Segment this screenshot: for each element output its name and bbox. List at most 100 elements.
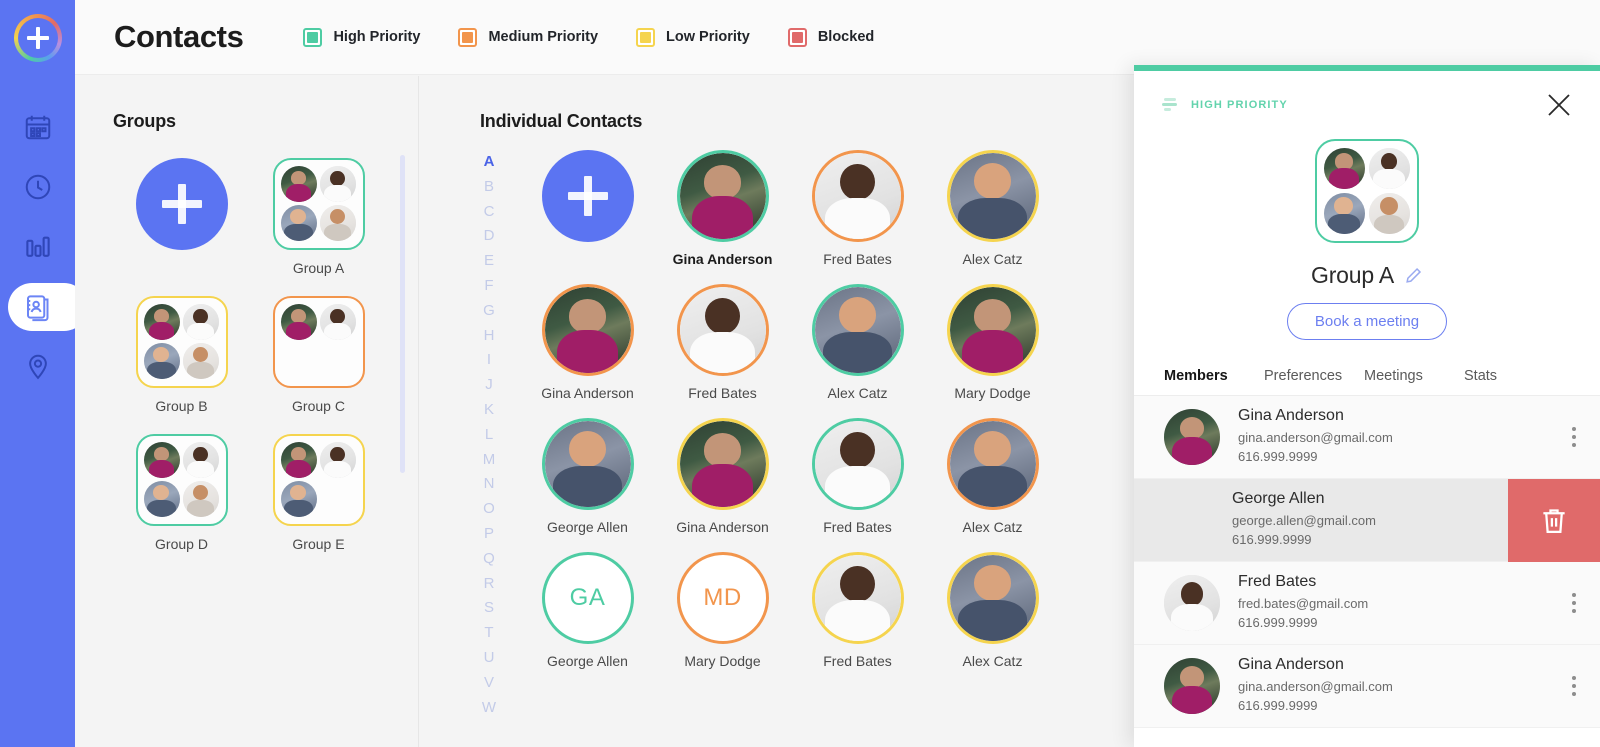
alpha-letter-H[interactable]: H	[484, 324, 495, 349]
contact-avatar-14[interactable]	[946, 552, 1039, 644]
sidebar-item-locations[interactable]	[0, 337, 75, 397]
contact-avatar-13[interactable]	[811, 552, 904, 644]
contact-avatar-10[interactable]	[946, 418, 1039, 510]
contact-cell: Gina Anderson	[655, 418, 790, 535]
contact-cell: MD Mary Dodge	[655, 552, 790, 669]
contact-avatar-0[interactable]	[676, 150, 769, 242]
sidebar-item-reports[interactable]	[0, 217, 75, 277]
add-group-button[interactable]	[135, 158, 228, 250]
contact-avatar-3[interactable]	[541, 284, 634, 376]
sidebar-item-calendar[interactable]	[0, 97, 75, 157]
tab-stats[interactable]: Stats	[1464, 368, 1564, 384]
member-name: George Allen	[1232, 490, 1325, 508]
group-card-1[interactable]	[135, 296, 228, 388]
alpha-letter-J[interactable]: J	[485, 373, 493, 398]
group-card-3[interactable]	[135, 434, 228, 526]
member-menu-icon[interactable]	[1572, 676, 1576, 696]
tab-members[interactable]: Members	[1164, 368, 1264, 384]
alpha-letter-V[interactable]: V	[484, 671, 494, 696]
alpha-letter-R[interactable]: R	[484, 572, 495, 597]
avatar	[182, 343, 219, 379]
member-row[interactable]: George Allen george.allen@gmail.com 616.99…	[1134, 479, 1600, 562]
alpha-letter-N[interactable]: N	[484, 472, 495, 497]
contact-avatar-8[interactable]	[676, 418, 769, 510]
close-icon[interactable]	[1544, 90, 1574, 120]
group-label: Group A	[292, 260, 345, 276]
contact-cell: Alex Catz	[925, 418, 1060, 535]
legend-item-0[interactable]: High Priority	[303, 27, 420, 47]
legend-item-3[interactable]: Blocked	[787, 27, 875, 47]
contact-avatar-11[interactable]: GA	[541, 552, 634, 644]
member-row[interactable]: Fred Bates fred.bates@gmail.com 616.999.99…	[1134, 562, 1600, 645]
bar-chart-icon	[25, 236, 50, 257]
legend-label: Blocked	[817, 29, 875, 45]
avatar	[280, 304, 317, 340]
contact-avatar-9[interactable]	[811, 418, 904, 510]
contact-avatar-5[interactable]	[811, 284, 904, 376]
alpha-letter-Q[interactable]: Q	[483, 547, 495, 572]
sidebar-item-contacts[interactable]	[0, 277, 88, 337]
alpha-letter-U[interactable]: U	[484, 646, 495, 671]
group-cell: Group C	[250, 296, 387, 414]
global-add-button[interactable]	[0, 0, 75, 75]
member-row[interactable]: Gina Anderson gina.anderson@gmail.com 616.…	[1134, 396, 1600, 479]
contact-cell: Fred Bates	[790, 150, 925, 267]
legend-swatch	[458, 27, 478, 47]
alpha-letter-P[interactable]: P	[484, 522, 494, 547]
alpha-letter-G[interactable]: G	[483, 299, 495, 324]
alpha-letter-W[interactable]: W	[482, 696, 496, 721]
contact-avatar-1[interactable]	[811, 150, 904, 242]
alpha-letter-C[interactable]: C	[484, 200, 495, 225]
contact-name: Mary Dodge	[954, 385, 1031, 401]
alpha-letter-T[interactable]: T	[484, 621, 493, 646]
member-info: Gina Anderson gina.anderson@gmail.com 616.…	[1238, 407, 1393, 467]
contact-avatar-7[interactable]	[541, 418, 634, 510]
group-card-4[interactable]	[272, 434, 365, 526]
member-phone: 616.999.9999	[1238, 615, 1318, 630]
groups-scrollbar[interactable]	[400, 155, 405, 473]
alpha-letter-I[interactable]: I	[487, 348, 491, 373]
contact-avatar-4[interactable]	[676, 284, 769, 376]
legend-item-2[interactable]: Low Priority	[636, 27, 750, 47]
group-hero: Group A Book a meeting	[1134, 139, 1600, 340]
panel-tabs: Members Preferences Meetings Stats	[1134, 368, 1600, 396]
alpha-letter-E[interactable]: E	[484, 249, 494, 274]
contacts-title: Individual Contacts	[480, 111, 643, 131]
priority-legend: High Priority Medium Priority Low Priority…	[303, 27, 875, 47]
alpha-letter-L[interactable]: L	[485, 423, 493, 448]
tab-preferences[interactable]: Preferences	[1264, 368, 1364, 384]
contact-avatar-2[interactable]	[946, 150, 1039, 242]
contact-avatar-12[interactable]: MD	[676, 552, 769, 644]
alpha-letter-A[interactable]: A	[484, 150, 495, 175]
contact-avatar-6[interactable]	[946, 284, 1039, 376]
member-row[interactable]: Gina Anderson gina.anderson@gmail.com 616.…	[1134, 645, 1600, 728]
alpha-letter-M[interactable]: M	[483, 448, 496, 473]
alpha-letter-S[interactable]: S	[484, 596, 494, 621]
legend-item-1[interactable]: Medium Priority	[458, 27, 598, 47]
calendar-icon	[25, 115, 50, 140]
tab-meetings[interactable]: Meetings	[1364, 368, 1464, 384]
avatar	[280, 166, 317, 202]
group-card-2[interactable]	[272, 296, 365, 388]
member-email: gina.anderson@gmail.com	[1238, 430, 1393, 446]
member-menu-icon[interactable]	[1572, 427, 1576, 447]
pencil-edit-icon[interactable]	[1404, 266, 1423, 285]
alpha-letter-K[interactable]: K	[484, 398, 494, 423]
alpha-letter-F[interactable]: F	[484, 274, 493, 299]
alpha-letter-O[interactable]: O	[483, 497, 495, 522]
book-meeting-button[interactable]: Book a meeting	[1286, 303, 1448, 340]
contact-cell: Fred Bates	[790, 552, 925, 669]
contact-cell: Gina Anderson	[520, 284, 655, 401]
avatar	[1368, 147, 1410, 189]
member-menu-icon[interactable]	[1572, 593, 1576, 613]
member-phone: 616.999.9999	[1232, 532, 1312, 547]
delete-button[interactable]	[1508, 479, 1600, 562]
group-card-0[interactable]	[272, 158, 365, 250]
add-contact-button[interactable]	[541, 150, 634, 242]
sidebar-item-time[interactable]	[0, 157, 75, 217]
alpha-letter-B[interactable]: B	[484, 175, 494, 200]
plus-icon	[26, 26, 49, 49]
contact-name: Mary Dodge	[684, 653, 761, 669]
group-avatar-card[interactable]	[1315, 139, 1419, 243]
alpha-letter-D[interactable]: D	[484, 224, 495, 249]
